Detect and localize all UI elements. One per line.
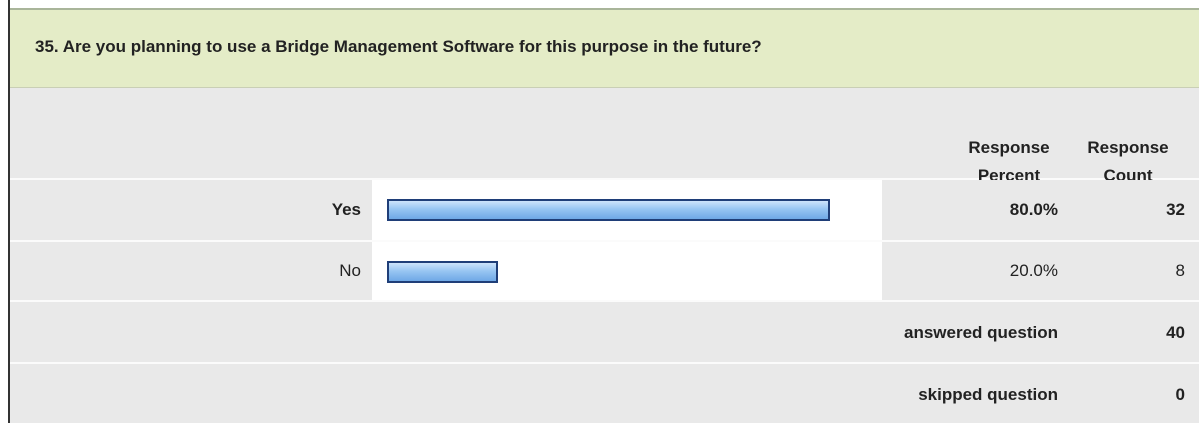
bar-yes — [387, 199, 830, 221]
answer-label-no: No — [339, 261, 361, 280]
count-label-no: 8 — [1175, 261, 1185, 280]
skipped-question-row: skipped question 0 — [10, 364, 1199, 423]
answered-question-label: answered question — [904, 323, 1058, 342]
answered-question-row: answered question 40 — [10, 302, 1199, 364]
survey-question-panel: 35. Are you planning to use a Bridge Man… — [8, 0, 1199, 423]
count-label-yes: 32 — [1166, 200, 1185, 219]
answer-label-yes: Yes — [331, 200, 361, 219]
question-title: 35. Are you planning to use a Bridge Man… — [35, 37, 762, 56]
answer-row-yes: Yes 80.0% 32 — [10, 180, 1199, 242]
bar-no — [387, 261, 498, 283]
answer-row-no: No 20.0% 8 — [10, 242, 1199, 302]
table-header-row: Response Percent Response Count — [10, 88, 1199, 185]
skipped-question-label: skipped question — [918, 385, 1058, 404]
question-title-bar: 35. Are you planning to use a Bridge Man… — [10, 8, 1199, 88]
answered-question-count: 40 — [1166, 323, 1185, 342]
skipped-question-count: 0 — [1175, 385, 1185, 404]
percent-label-no: 20.0% — [1009, 261, 1058, 280]
response-percent-header-line1: Response — [968, 138, 1050, 157]
percent-label-yes: 80.0% — [1009, 200, 1058, 219]
response-count-header-line1: Response — [1087, 138, 1169, 157]
